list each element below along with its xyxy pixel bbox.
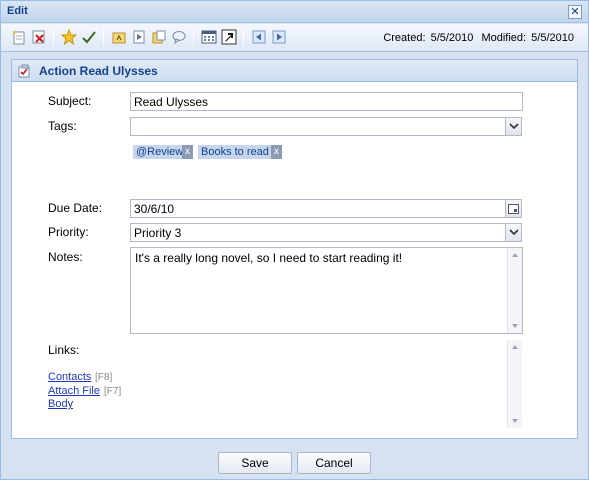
links-scrollbar[interactable] — [507, 340, 522, 428]
created-label: Created: — [383, 32, 426, 44]
modified-value: 5/5/2010 — [531, 32, 574, 44]
window-title: Edit — [7, 5, 28, 17]
scroll-down-icon[interactable] — [512, 419, 518, 423]
action-icon — [18, 64, 32, 78]
back-icon[interactable] — [251, 29, 267, 45]
star-icon[interactable] — [60, 28, 78, 46]
chevron-down-icon — [509, 229, 519, 236]
cancel-button[interactable]: Cancel — [297, 452, 371, 474]
notes-scrollbar[interactable] — [507, 248, 522, 333]
item-dates: Created: 5/5/2010 Modified: 5/5/2010 — [381, 32, 574, 44]
scroll-up-icon[interactable] — [512, 253, 518, 257]
body-link[interactable]: Body — [48, 398, 73, 410]
calendar-icon — [508, 204, 519, 214]
toolbar-separator — [53, 29, 54, 46]
priority-select[interactable] — [130, 223, 506, 242]
priority-dropdown-button[interactable] — [505, 223, 522, 242]
tags-label: Tags: — [48, 119, 77, 133]
move-icon[interactable] — [131, 29, 147, 45]
tag-review: @Review — [133, 145, 187, 159]
delete-icon[interactable] — [31, 29, 47, 45]
copy-icon[interactable] — [151, 29, 167, 45]
panel-header: Action Read Ulysses — [12, 60, 577, 82]
external-link-icon[interactable] — [221, 29, 237, 45]
contacts-shortcut: [F8] — [95, 372, 113, 383]
folder-up-icon[interactable] — [111, 29, 127, 45]
due-date-label: Due Date: — [48, 201, 103, 215]
tags-input[interactable] — [130, 117, 506, 136]
links-label: Links: — [48, 343, 80, 357]
priority-label: Priority: — [48, 225, 89, 239]
attach-file-shortcut: [F7] — [104, 386, 122, 397]
edit-window: Edit ✕ Created: 5/5/2010 Modified: 5/5/2… — [0, 0, 589, 480]
tags-dropdown-button[interactable] — [505, 117, 522, 136]
attach-file-link[interactable]: Attach File — [48, 385, 100, 397]
panel-title: Action Read Ulysses — [39, 64, 158, 78]
due-date-field[interactable] — [130, 199, 506, 218]
subject-field[interactable] — [130, 92, 523, 111]
contacts-link[interactable]: Contacts — [48, 371, 91, 383]
tag-review-remove[interactable]: x — [182, 145, 193, 159]
created-value: 5/5/2010 — [430, 32, 474, 44]
save-button[interactable]: Save — [218, 452, 292, 474]
toolbar-separator — [243, 29, 244, 46]
tag-books-to-read-remove[interactable]: x — [271, 145, 282, 159]
notes-textarea[interactable]: It's a really long novel, so I need to s… — [130, 247, 523, 334]
check-icon[interactable] — [81, 29, 97, 45]
scroll-down-icon[interactable] — [512, 324, 518, 328]
toolbar-separator — [193, 29, 194, 46]
toolbar-separator — [103, 29, 104, 46]
scroll-up-icon[interactable] — [512, 345, 518, 349]
tag-books-to-read: Books to read — [198, 145, 272, 159]
modified-label: Modified: — [481, 32, 527, 44]
title-bar: Edit ✕ — [1, 1, 588, 23]
forward-icon[interactable] — [271, 29, 287, 45]
close-button[interactable]: ✕ — [568, 5, 582, 19]
action-panel: Action Read Ulysses Subject: Tags: @Revi… — [11, 59, 578, 439]
subject-label: Subject: — [48, 94, 92, 108]
comment-icon[interactable] — [171, 29, 187, 45]
notes-label: Notes: — [48, 250, 83, 264]
calendar-icon[interactable] — [201, 29, 217, 45]
new-item-icon[interactable] — [11, 29, 27, 45]
toolbar: Created: 5/5/2010 Modified: 5/5/2010 — [1, 24, 588, 52]
date-picker-button[interactable] — [505, 199, 522, 218]
chevron-down-icon — [509, 123, 519, 130]
